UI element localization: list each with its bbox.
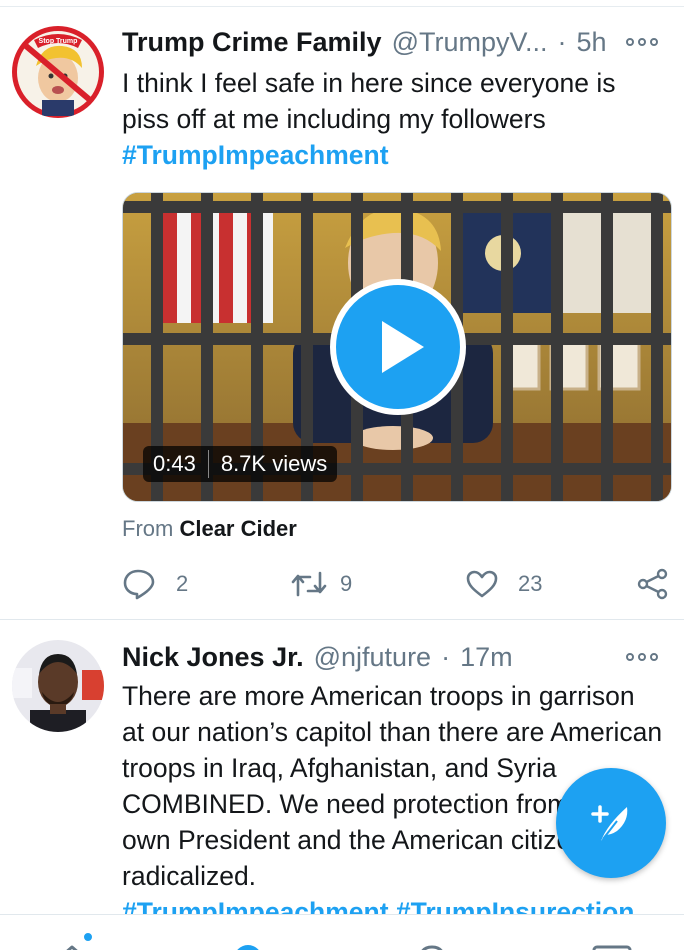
avatar[interactable] bbox=[12, 640, 104, 732]
tweet[interactable]: Nick Jones Jr. @njfuture · 17m There are… bbox=[0, 621, 684, 914]
retweet-button[interactable]: 9 bbox=[290, 564, 352, 604]
share-button[interactable] bbox=[636, 564, 670, 604]
retweet-count: 9 bbox=[340, 571, 353, 596]
stop-trump-avatar-image: Stop Trump bbox=[12, 26, 104, 118]
author-name[interactable]: Trump Crime Family bbox=[122, 27, 382, 58]
more-options-icon[interactable] bbox=[626, 30, 658, 54]
author-handle[interactable]: @TrumpyV... bbox=[392, 27, 548, 58]
tweet[interactable]: Stop Trump Trump Crime Family @TrumpyV..… bbox=[0, 8, 684, 620]
top-divider bbox=[0, 6, 684, 7]
share-icon bbox=[637, 568, 668, 600]
bottom-navigation bbox=[0, 914, 684, 950]
reply-button[interactable]: 2 bbox=[122, 564, 188, 604]
compose-tweet-button[interactable] bbox=[556, 768, 666, 878]
tweet-header: Nick Jones Jr. @njfuture · 17m bbox=[122, 637, 672, 677]
video-stats-badge: 0:43 8.7K views bbox=[143, 446, 338, 482]
separator-dot: · bbox=[557, 26, 567, 57]
source-prefix: From bbox=[122, 516, 174, 541]
author-handle[interactable]: @njfuture bbox=[314, 642, 431, 673]
tweet-actions: 2 9 23 bbox=[122, 564, 672, 604]
author-name[interactable]: Nick Jones Jr. bbox=[122, 642, 304, 673]
heart-icon bbox=[466, 570, 498, 598]
profile-photo bbox=[12, 640, 104, 732]
video-duration: 0:43 bbox=[153, 451, 196, 476]
search-icon[interactable] bbox=[228, 941, 268, 950]
retweet-icon bbox=[291, 571, 327, 597]
like-count: 23 bbox=[518, 571, 543, 596]
avatar-badge-text: Stop Trump bbox=[39, 38, 78, 45]
more-options-icon[interactable] bbox=[626, 645, 658, 669]
play-icon bbox=[382, 321, 424, 373]
new-content-dot bbox=[82, 931, 94, 943]
separator-dot: · bbox=[441, 641, 451, 672]
messages-icon[interactable] bbox=[590, 941, 634, 950]
play-button[interactable] bbox=[330, 279, 466, 415]
video-thumbnail[interactable]: 0:43 8.7K views bbox=[122, 192, 672, 502]
tweet-text: I think I feel safe in here since everyo… bbox=[122, 65, 664, 173]
tweet-header: Trump Crime Family @TrumpyV... · 5h bbox=[122, 22, 672, 62]
hashtag-link[interactable]: #TrumpImpeachment bbox=[122, 140, 389, 170]
reply-count: 2 bbox=[176, 571, 189, 596]
compose-tweet-icon bbox=[591, 805, 628, 841]
like-button[interactable]: 23 bbox=[466, 564, 542, 604]
notifications-icon[interactable] bbox=[412, 941, 452, 950]
avatar[interactable]: Stop Trump bbox=[12, 26, 104, 118]
tweet-source[interactable]: From Clear Cider bbox=[122, 516, 297, 542]
tweet-body: I think I feel safe in here since everyo… bbox=[122, 68, 616, 134]
hashtag-links[interactable]: #TrumpImpeachment #TrumpInsurection bbox=[122, 897, 634, 914]
video-views: 8.7K views bbox=[220, 451, 328, 476]
tweet-timestamp[interactable]: 17m bbox=[460, 642, 513, 673]
reply-icon bbox=[123, 569, 155, 600]
tweet-timestamp[interactable]: 5h bbox=[577, 27, 607, 58]
source-name[interactable]: Clear Cider bbox=[179, 516, 296, 541]
